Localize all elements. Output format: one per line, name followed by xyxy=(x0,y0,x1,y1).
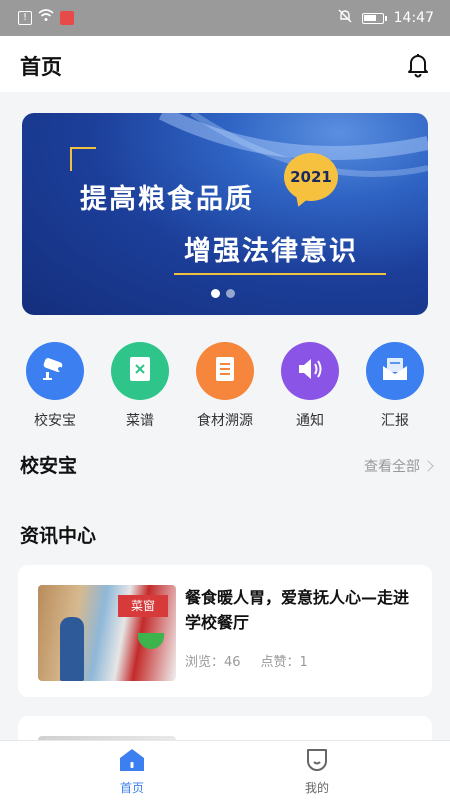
carousel-dot[interactable] xyxy=(226,289,235,298)
quick-links: 校安宝 菜谱 食材溯源 通知 汇报 xyxy=(0,342,450,434)
tab-home-label: 首页 xyxy=(119,781,144,795)
view-all-link[interactable]: 查看全部 xyxy=(364,456,434,476)
news-views: 浏览：46 xyxy=(185,655,241,670)
mute-icon xyxy=(338,9,352,27)
carousel-dot[interactable] xyxy=(211,289,220,298)
quick-link-traceability[interactable]: 食材溯源 xyxy=(183,342,267,430)
battery-icon xyxy=(361,12,387,24)
quick-link-menu[interactable]: 菜谱 xyxy=(98,342,182,430)
status-bar: ! 14:47 xyxy=(0,0,450,36)
tab-home[interactable]: 首页 xyxy=(92,747,172,796)
quick-link-safety[interactable]: 校安宝 xyxy=(13,342,97,430)
status-right: 14:47 xyxy=(338,9,434,27)
page-title: 首页 xyxy=(20,55,62,79)
sim-icon: ! xyxy=(18,10,32,25)
promo-banner[interactable]: 提高粮食品质 2021 增强法律意识 xyxy=(22,113,428,315)
tab-mine[interactable]: 我的 xyxy=(277,747,357,796)
news-likes: 点赞：1 xyxy=(260,655,308,670)
status-time: 14:47 xyxy=(393,10,434,26)
banner-subheadline: 增强法律意识 xyxy=(184,236,358,267)
news-title: 餐食暖人胃，爱意抚人心—走进学校餐厅 xyxy=(185,588,410,632)
banner-year-badge: 2021 xyxy=(284,153,338,201)
news-thumbnail: 菜窗 xyxy=(38,585,176,681)
quick-link-circle xyxy=(111,342,169,400)
thumb-person xyxy=(60,617,84,681)
quick-link-circle xyxy=(26,342,84,400)
banner-corner-mark xyxy=(70,147,96,171)
quick-link-label: 食材溯源 xyxy=(197,413,253,429)
bottom-tab-bar: 首页 我的 xyxy=(0,740,450,800)
battery-fill xyxy=(363,14,376,21)
camera-icon xyxy=(40,356,70,386)
section-title-safety: 校安宝 xyxy=(20,455,78,477)
menu-book-icon xyxy=(127,355,153,387)
profile-icon xyxy=(303,749,331,776)
carousel-dots xyxy=(211,289,235,298)
wifi-icon xyxy=(38,9,54,26)
section-title-news: 资讯中心 xyxy=(20,525,97,547)
banner-headline: 提高粮食品质 xyxy=(80,184,254,215)
news-card[interactable]: 菜窗 餐食暖人胃，爱意抚人心—走进学校餐厅 浏览：46 点赞：1 xyxy=(18,565,432,697)
status-left: ! xyxy=(18,9,74,26)
thumb-bowl xyxy=(138,633,164,649)
notification-app-icon xyxy=(60,10,74,25)
receipt-icon xyxy=(213,355,237,387)
home-icon xyxy=(118,749,146,776)
news-meta: 浏览：46 点赞：1 xyxy=(185,651,308,670)
view-all-label: 查看全部 xyxy=(364,459,420,475)
quick-link-report[interactable]: 汇报 xyxy=(353,342,437,430)
tab-mine-label: 我的 xyxy=(304,781,329,795)
quick-link-circle xyxy=(196,342,254,400)
quick-link-circle xyxy=(281,342,339,400)
quick-link-label: 菜谱 xyxy=(126,413,154,429)
chevron-right-icon xyxy=(422,460,434,472)
quick-link-circle xyxy=(366,342,424,400)
thumb-sign: 菜窗 xyxy=(118,595,168,617)
quick-link-label: 通知 xyxy=(296,413,324,429)
quick-link-notice[interactable]: 通知 xyxy=(268,342,352,430)
bell-icon[interactable] xyxy=(404,50,432,78)
quick-link-label: 校安宝 xyxy=(34,413,76,429)
app-header: 首页 xyxy=(0,36,450,92)
quick-link-label: 汇报 xyxy=(381,413,409,429)
mail-icon xyxy=(381,356,409,386)
speaker-icon xyxy=(296,356,324,386)
banner-underline xyxy=(174,273,386,275)
